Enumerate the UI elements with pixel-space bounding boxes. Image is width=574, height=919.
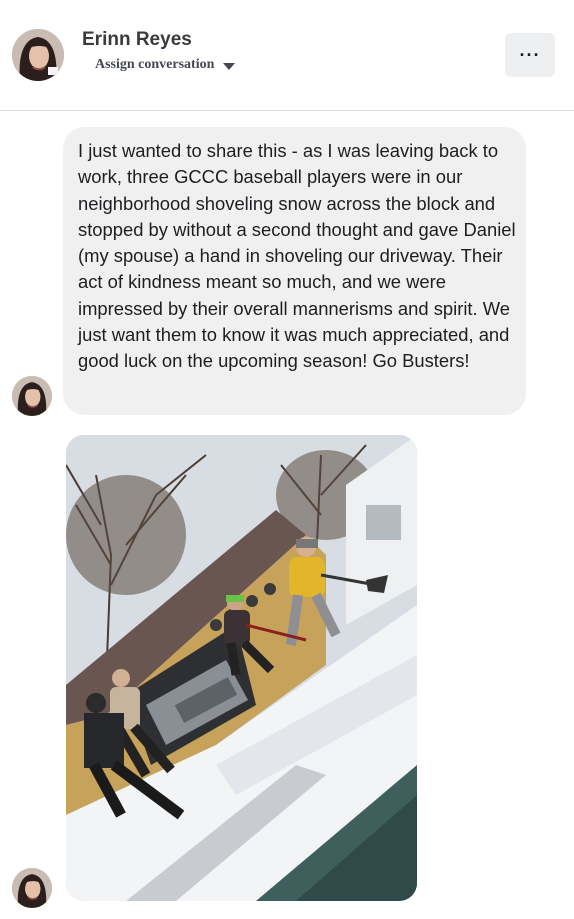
message-bubble: I just wanted to share this - as I was l… bbox=[63, 127, 526, 415]
message-text: I just wanted to share this - as I was l… bbox=[78, 140, 516, 372]
sender-avatar bbox=[12, 868, 52, 908]
contact-avatar[interactable] bbox=[12, 29, 64, 81]
assign-conversation-dropdown[interactable]: Assign conversation bbox=[95, 57, 236, 73]
more-options-button[interactable]: ··· bbox=[505, 33, 555, 77]
caret-down-icon bbox=[223, 62, 236, 70]
sender-avatar bbox=[12, 376, 52, 416]
conversation-header: Erinn Reyes Assign conversation ··· bbox=[0, 0, 574, 111]
more-icon: ··· bbox=[519, 44, 541, 65]
message-photo[interactable] bbox=[66, 435, 417, 901]
contact-name[interactable]: Erinn Reyes bbox=[82, 29, 192, 51]
assign-conversation-label: Assign conversation bbox=[95, 57, 215, 72]
